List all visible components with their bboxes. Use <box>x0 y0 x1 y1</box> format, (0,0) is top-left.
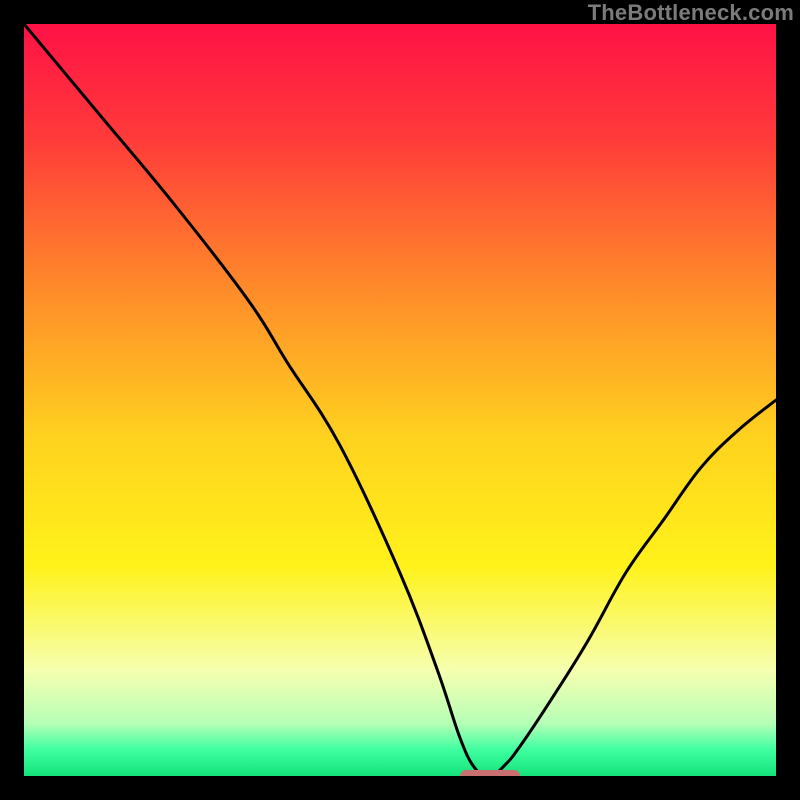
optimum-marker <box>460 770 520 776</box>
chart-frame: TheBottleneck.com <box>0 0 800 800</box>
plot-area <box>24 24 776 776</box>
bottleneck-curve <box>24 24 776 776</box>
watermark-text: TheBottleneck.com <box>588 0 794 26</box>
